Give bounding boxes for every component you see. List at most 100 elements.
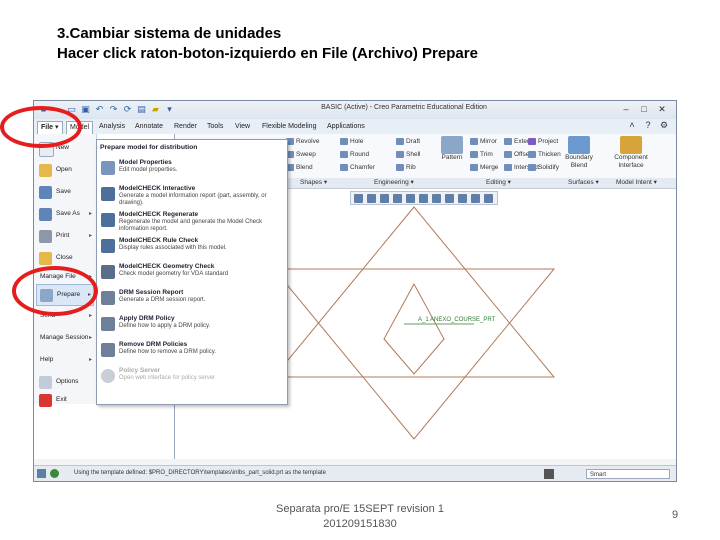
datum-display-icon[interactable] <box>445 194 454 203</box>
group-editing[interactable]: Editing ▾ <box>486 178 511 188</box>
file-menu-save-as[interactable]: Save As ▸ <box>36 204 94 226</box>
folder-icon[interactable]: ▰ <box>150 104 161 115</box>
offset-icon <box>504 150 512 158</box>
ribbon-thicken[interactable]: Thicken <box>528 150 561 160</box>
modelcheck-regenerate-icon <box>101 213 115 227</box>
prepare-apply-drm-policy[interactable]: Apply DRM Policy Define how to apply a DR… <box>99 314 283 338</box>
maximize-icon[interactable]: □ <box>638 104 650 115</box>
settings-icon[interactable]: ⚙ <box>658 120 670 131</box>
tab-view[interactable]: View <box>232 121 253 133</box>
group-surfaces[interactable]: Surfaces ▾ <box>568 178 599 188</box>
tab-analysis[interactable]: Analysis <box>96 121 128 133</box>
file-menu-help[interactable]: Help ▸ <box>36 350 94 372</box>
prepare-modelcheck-regenerate[interactable]: ModelCHECK Regenerate Regenerate the mode… <box>99 210 283 234</box>
windows-icon[interactable]: ▤ <box>136 104 147 115</box>
hole-icon <box>340 137 348 145</box>
creo-screenshot: ■ ▫ ▭ ▣ ↶ ↷ ⟳ ▤ ▰ ▾ BASIC (Active) - Cre… <box>33 100 677 482</box>
saved-views-icon[interactable] <box>419 194 428 203</box>
display-style-icon[interactable] <box>406 194 415 203</box>
triangle-plane-up <box>272 206 556 378</box>
spin-center-icon[interactable] <box>458 194 467 203</box>
file-menu-options[interactable]: Options <box>36 372 94 394</box>
ribbon-shell[interactable]: Shell <box>396 150 420 160</box>
model-properties-icon <box>101 161 115 175</box>
zoom-in-icon[interactable] <box>367 194 376 203</box>
prepare-modelcheck-rule-check[interactable]: ModelCHECK Rule Check Display rules assoc… <box>99 236 283 260</box>
prepare-model-properties[interactable]: Model Properties Edit model properties. <box>99 158 283 182</box>
ribbon-revolve[interactable]: Revolve <box>286 137 319 147</box>
ribbon-tabs: File ▾ Model Analysis Annotate Render To… <box>34 119 676 135</box>
ribbon-chamfer-label: Chamfer <box>350 164 375 171</box>
help-icon[interactable]: ? <box>642 120 654 131</box>
prepare-item-title: ModelCHECK Regenerate <box>119 211 199 218</box>
tab-tools[interactable]: Tools <box>204 121 226 133</box>
prepare-modelcheck-geometry-check[interactable]: ModelCHECK Geometry Check Check model geo… <box>99 262 283 286</box>
redo-icon[interactable]: ↷ <box>108 104 119 115</box>
file-menu-open[interactable]: Open <box>36 160 94 182</box>
ribbon-rib[interactable]: Rib <box>396 163 416 173</box>
save-icon[interactable]: ▣ <box>80 104 91 115</box>
prepare-item-title: Policy Server <box>119 367 161 374</box>
prepare-policy-server[interactable]: Policy Server Open web interface for poli… <box>99 366 283 390</box>
tab-render[interactable]: Render <box>171 121 200 133</box>
triangle-plane-down <box>272 268 556 440</box>
ribbon-pattern[interactable]: Pattern <box>438 136 466 162</box>
group-model-intent[interactable]: Model Intent ▾ <box>616 178 657 188</box>
ribbon-project-label: Project <box>538 138 559 145</box>
file-menu-exit[interactable]: Exit <box>36 392 94 408</box>
ribbon-hole[interactable]: Hole <box>340 137 363 147</box>
ribbon-component-interface[interactable]: Component Interface <box>606 136 656 170</box>
prepare-item-title: DRM Session Report <box>119 289 184 296</box>
prepare-modelcheck-interactive[interactable]: ModelCHECK Interactive Generate a model i… <box>99 184 283 208</box>
ribbon-boundary-blend-label: Boundary Blend <box>565 154 593 169</box>
group-surfaces-label: Surfaces <box>568 179 594 186</box>
tab-applications[interactable]: Applications <box>324 121 368 133</box>
group-shapes[interactable]: Shapes ▾ <box>300 178 327 188</box>
minimize-icon[interactable]: – <box>620 104 632 115</box>
view-manager-icon[interactable] <box>432 194 441 203</box>
file-menu-manage-session-label: Manage Session <box>40 334 89 341</box>
zoom-out-icon[interactable] <box>380 194 389 203</box>
selection-filter[interactable]: Smart <box>586 469 670 479</box>
ribbon-project[interactable]: Project <box>528 137 558 147</box>
ribbon-merge[interactable]: Merge <box>470 163 498 173</box>
regenerate-icon[interactable]: ⟳ <box>122 104 133 115</box>
undo-icon[interactable]: ↶ <box>94 104 105 115</box>
ribbon-chamfer[interactable]: Chamfer <box>340 163 375 173</box>
submenu-arrow-icon: ▸ <box>88 233 92 239</box>
annotation-display-icon[interactable] <box>471 194 480 203</box>
group-engineering[interactable]: Engineering ▾ <box>374 178 414 188</box>
ribbon-draft[interactable]: Draft <box>396 137 420 147</box>
intersect-icon <box>504 163 512 171</box>
ribbon-boundary-blend[interactable]: Boundary Blend <box>562 136 596 170</box>
ribbon-blend-label: Blend <box>296 164 313 171</box>
tab-annotate[interactable]: Annotate <box>132 121 166 133</box>
ribbon-sweep[interactable]: Sweep <box>286 150 316 160</box>
ribbon-trim[interactable]: Trim <box>470 150 493 160</box>
appearance-icon[interactable] <box>484 194 493 203</box>
repaint-icon[interactable] <box>393 194 402 203</box>
browser-toggle-icon[interactable] <box>50 469 59 478</box>
ribbon-sweep-label: Sweep <box>296 151 316 158</box>
close-icon[interactable]: ✕ <box>656 104 668 115</box>
ribbon-solidify[interactable]: Solidify <box>528 163 559 173</box>
selection-icon[interactable] <box>544 469 554 479</box>
navigator-toggle-icon[interactable] <box>37 469 46 478</box>
tab-flexible-modeling[interactable]: Flexible Modeling <box>259 121 319 133</box>
ribbon-blend[interactable]: Blend <box>286 163 313 173</box>
mirror-icon <box>470 137 478 145</box>
file-menu-print[interactable]: Print ▸ <box>36 226 94 248</box>
file-menu-open-label: Open <box>56 166 72 173</box>
prepare-remove-drm-policies[interactable]: Remove DRM Policies Define how to remove … <box>99 340 283 364</box>
ribbon-round[interactable]: Round <box>340 150 369 160</box>
modelcheck-rule-check-icon <box>101 239 115 253</box>
refit-icon[interactable] <box>354 194 363 203</box>
minimize-ribbon-icon[interactable]: ˄ <box>626 120 638 131</box>
file-menu-save[interactable]: Save <box>36 182 94 204</box>
group-model-intent-label: Model Intent <box>616 179 652 186</box>
file-menu-manage-session[interactable]: Manage Session ▸ <box>36 328 94 350</box>
prepare-drm-session-report[interactable]: DRM Session Report Generate a DRM session… <box>99 288 283 312</box>
save-disk-icon <box>39 186 52 199</box>
customize-arrow-icon[interactable]: ▾ <box>164 104 175 115</box>
ribbon-mirror[interactable]: Mirror <box>470 137 497 147</box>
